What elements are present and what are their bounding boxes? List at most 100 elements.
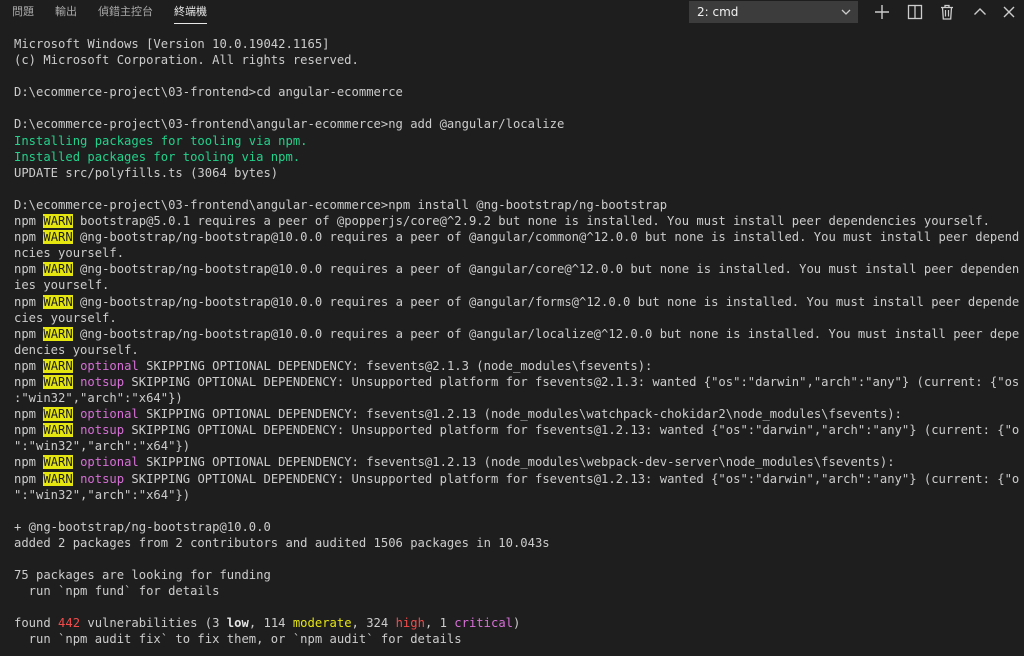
terminal-text: , 114	[248, 616, 293, 631]
terminal-text: notsup	[80, 374, 125, 389]
terminal-text: npm	[14, 471, 44, 486]
tab-output[interactable]: 輸出	[55, 0, 77, 24]
trash-icon[interactable]	[938, 3, 956, 21]
warn-badge: WARN	[43, 358, 73, 373]
chevron-down-icon	[841, 9, 851, 15]
terminal-text: cies yourself.	[14, 310, 117, 325]
terminal-text: added 2 packages from 2 contributors and…	[14, 535, 550, 550]
panel-tabs: 問題 輸出 偵錯主控台 終端機	[12, 0, 228, 24]
terminal-line: cies yourself.	[14, 310, 1020, 326]
terminal-text: ":"win32","arch":"x64"})	[14, 439, 191, 454]
terminal-text: optional	[80, 358, 139, 373]
panel-header: 問題 輸出 偵錯主控台 終端機 2: cmd	[0, 0, 1024, 24]
terminal-text: @ng-bootstrap/ng-bootstrap@10.0.0 requir…	[72, 326, 1020, 341]
warn-badge: WARN	[43, 262, 73, 277]
terminal-line: UPDATE src/polyfills.ts (3064 bytes)	[14, 165, 1020, 181]
terminal-line: npm WARN bootstrap@5.0.1 requires a peer…	[14, 213, 1020, 229]
terminal-text: npm	[14, 230, 44, 245]
split-terminal-icon[interactable]	[906, 3, 924, 21]
terminal-output[interactable]: Microsoft Windows [Version 10.0.19042.11…	[14, 36, 1020, 648]
terminal-line: npm WARN notsup SKIPPING OPTIONAL DEPEND…	[14, 422, 1020, 438]
tab-terminal[interactable]: 終端機	[174, 0, 207, 24]
terminal-text: npm	[14, 262, 44, 277]
terminal-line: npm WARN notsup SKIPPING OPTIONAL DEPEND…	[14, 374, 1020, 390]
terminal-text: notsup	[80, 471, 125, 486]
terminal-text: SKIPPING OPTIONAL DEPENDENCY: Unsupporte…	[124, 374, 1020, 389]
terminal-line: dencies yourself.	[14, 342, 1020, 358]
terminal-line: ":"win32","arch":"x64"})	[14, 487, 1020, 503]
chevron-up-icon[interactable]	[971, 3, 989, 21]
terminal-text: ies yourself.	[14, 278, 110, 293]
terminal-text: vulnerabilities (3	[80, 616, 227, 631]
terminal-line: run `npm audit fix` to fix them, or `npm…	[14, 631, 1020, 647]
terminal-line: :"win32","arch":"x64"})	[14, 390, 1020, 406]
terminal-text: critical	[454, 616, 513, 631]
terminal-text: + @ng-bootstrap/ng-bootstrap@10.0.0	[14, 519, 271, 534]
plus-icon[interactable]	[873, 3, 891, 21]
warn-badge: WARN	[43, 407, 73, 422]
warn-badge: WARN	[43, 471, 73, 486]
terminal-text: SKIPPING OPTIONAL DEPENDENCY: fsevents@2…	[138, 358, 653, 373]
terminal-line: 75 packages are looking for funding	[14, 567, 1020, 583]
tab-debug-console[interactable]: 偵錯主控台	[98, 0, 153, 24]
terminal-line: Installed packages for tooling via npm.	[14, 149, 1020, 165]
terminal-text: UPDATE src/polyfills.ts (3064 bytes)	[14, 165, 279, 180]
terminal-line: npm WARN notsup SKIPPING OPTIONAL DEPEND…	[14, 471, 1020, 487]
terminal-text: D:\ecommerce-project\03-frontend\angular…	[14, 117, 565, 132]
terminal-text: 75 packages are looking for funding	[14, 568, 271, 583]
close-icon[interactable]	[1000, 3, 1018, 21]
terminal-text: 442	[58, 616, 81, 631]
terminal-text: (c) Microsoft Corporation. All rights re…	[14, 53, 359, 68]
warn-badge: WARN	[43, 423, 73, 438]
terminal-text: npm	[14, 407, 44, 422]
terminal-text: found	[14, 616, 59, 631]
terminal-text: bootstrap@5.0.1 requires a peer of @popp…	[72, 214, 990, 229]
terminal-line: npm WARN optional SKIPPING OPTIONAL DEPE…	[14, 358, 1020, 374]
terminal-line: Installing packages for tooling via npm.	[14, 133, 1020, 149]
terminal-text: Microsoft Windows [Version 10.0.19042.11…	[14, 37, 330, 51]
warn-badge: WARN	[43, 214, 73, 229]
warn-badge: WARN	[43, 455, 73, 470]
terminal-line: found 442 vulnerabilities (3 low, 114 mo…	[14, 615, 1020, 631]
terminal-line: ncies yourself.	[14, 245, 1020, 261]
terminal-text: moderate	[292, 616, 352, 631]
terminal-text: SKIPPING OPTIONAL DEPENDENCY: Unsupporte…	[124, 471, 1020, 486]
terminal-line: + @ng-bootstrap/ng-bootstrap@10.0.0	[14, 519, 1020, 535]
terminal-text: ncies yourself.	[14, 246, 125, 261]
terminal-select[interactable]: 2: cmd	[689, 1, 858, 23]
terminal-text: npm	[14, 358, 44, 373]
terminal-text: D:\ecommerce-project\03-frontend\angular…	[14, 197, 668, 212]
terminal-text: npm	[14, 294, 44, 309]
terminal-line: (c) Microsoft Corporation. All rights re…	[14, 52, 1020, 68]
terminal-text: optional	[80, 407, 139, 422]
terminal-line: npm WARN optional SKIPPING OPTIONAL DEPE…	[14, 454, 1020, 470]
terminal-text: @ng-bootstrap/ng-bootstrap@10.0.0 requir…	[72, 294, 1020, 309]
terminal-line: ":"win32","arch":"x64"})	[14, 438, 1020, 454]
terminal-line: D:\ecommerce-project\03-frontend\angular…	[14, 197, 1020, 213]
terminal-text: run `npm audit fix` to fix them, or `npm…	[14, 632, 462, 647]
terminal-text: run `npm fund` for details	[14, 584, 220, 599]
terminal-text: @ng-bootstrap/ng-bootstrap@10.0.0 requir…	[72, 262, 1020, 277]
terminal-line: Microsoft Windows [Version 10.0.19042.11…	[14, 36, 1020, 52]
terminal-line: npm WARN optional SKIPPING OPTIONAL DEPE…	[14, 406, 1020, 422]
warn-badge: WARN	[43, 326, 73, 341]
tab-problems[interactable]: 問題	[12, 0, 34, 24]
terminal-text: D:\ecommerce-project\03-frontend>cd angu…	[14, 85, 403, 100]
terminal-text: npm	[14, 374, 44, 389]
terminal-text: optional	[80, 455, 139, 470]
terminal-line: D:\ecommerce-project\03-frontend\angular…	[14, 116, 1020, 132]
terminal-text: Installed packages for tooling via npm.	[14, 149, 301, 164]
terminal-text: npm	[14, 214, 44, 229]
terminal-line: npm WARN @ng-bootstrap/ng-bootstrap@10.0…	[14, 261, 1020, 277]
warn-badge: WARN	[43, 294, 73, 309]
